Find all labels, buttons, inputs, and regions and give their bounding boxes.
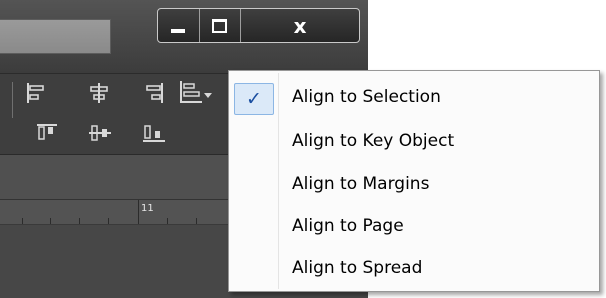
align-to-menu: ✓ Align to Selection Align to Key Object… — [228, 70, 600, 292]
ruler-tick — [79, 218, 80, 224]
menu-item-label: Align to Key Object — [292, 131, 455, 151]
minimize-icon — [171, 28, 186, 33]
menu-item-label: Align to Spread — [292, 258, 423, 278]
align-to-dropdown-icon[interactable] — [180, 81, 216, 107]
maximize-icon — [212, 18, 228, 33]
title-bar: x — [0, 0, 368, 74]
menu-item-label: Align to Selection — [292, 87, 441, 107]
close-icon: x — [293, 13, 307, 38]
ruler-tick — [196, 218, 197, 224]
toolbar-divider — [12, 82, 13, 118]
ruler-tick — [22, 218, 23, 224]
menu-item-align-to-selection[interactable]: ✓ Align to Selection — [229, 77, 599, 118]
maximize-button[interactable] — [198, 9, 241, 42]
window-controls: x — [157, 8, 360, 43]
close-button[interactable]: x — [240, 9, 359, 42]
align-top-edges-icon[interactable] — [37, 124, 57, 142]
menu-item-align-to-key-object[interactable]: Align to Key Object — [229, 121, 599, 162]
align-horizontal-centers-icon[interactable] — [89, 83, 109, 103]
align-bottom-edges-icon[interactable] — [143, 124, 165, 142]
ruler-tick — [167, 218, 168, 224]
ruler-tick — [138, 200, 139, 224]
ruler-tick — [108, 218, 109, 224]
align-vertical-centers-icon[interactable] — [89, 124, 111, 142]
menu-item-align-to-margins[interactable]: Align to Margins — [229, 164, 599, 205]
minimize-button[interactable] — [158, 9, 199, 42]
title-field[interactable] — [0, 19, 111, 54]
menu-item-align-to-spread[interactable]: Align to Spread — [229, 248, 599, 289]
align-left-edges-icon[interactable] — [27, 83, 45, 103]
menu-item-label: Align to Page — [292, 216, 404, 236]
align-right-edges-icon[interactable] — [145, 83, 163, 103]
ruler-label: 11 — [141, 203, 154, 214]
menu-item-label: Align to Margins — [292, 174, 430, 194]
ruler-tick — [50, 218, 51, 224]
menu-item-align-to-page[interactable]: Align to Page — [229, 206, 599, 247]
checkmark-icon: ✓ — [234, 83, 274, 115]
